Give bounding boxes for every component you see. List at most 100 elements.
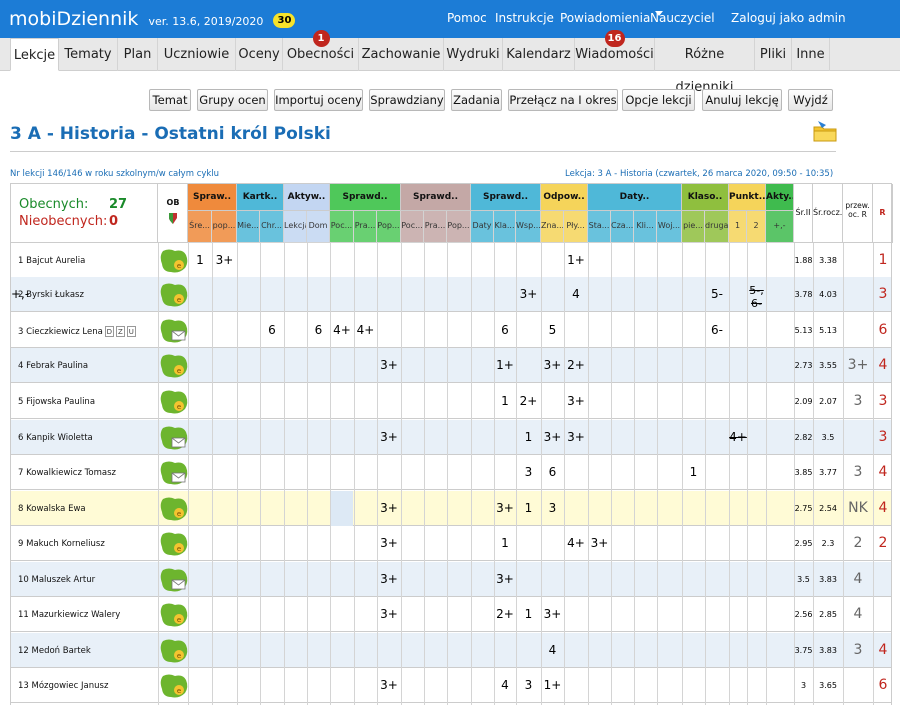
- tab-oceny[interactable]: Oceny: [236, 38, 283, 71]
- final-grade[interactable]: 3: [873, 429, 893, 445]
- final-grade[interactable]: 1: [873, 252, 893, 268]
- student-avatar-icon[interactable]: e: [159, 389, 189, 415]
- stat-header[interactable]: Śr.II: [794, 184, 813, 243]
- grade-cell[interactable]: 3+: [377, 358, 401, 372]
- tab-lekcje[interactable]: Lekcje: [10, 38, 59, 71]
- student-envelope-icon[interactable]: [159, 567, 189, 593]
- grade-cell[interactable]: 5-: [705, 287, 729, 301]
- final-grade[interactable]: 3: [873, 286, 893, 302]
- action-button-3[interactable]: Sprawdziany: [369, 89, 445, 111]
- column-header[interactable]: Kli...: [634, 211, 657, 243]
- student-avatar-icon[interactable]: e: [159, 248, 189, 274]
- status-tag[interactable]: Z: [115, 326, 125, 337]
- action-button-8[interactable]: Wyjdź: [788, 89, 833, 111]
- grade-cell[interactable]: 3+: [516, 287, 541, 301]
- column-header[interactable]: pop...: [212, 211, 237, 243]
- student-avatar-icon[interactable]: e: [159, 673, 189, 699]
- grade-cell[interactable]: 3+: [541, 430, 564, 444]
- grade-cell[interactable]: 1: [516, 430, 541, 444]
- tab-uczniowie[interactable]: Uczniowie: [158, 38, 236, 71]
- action-button-1[interactable]: Grupy ocen: [197, 89, 268, 111]
- column-header[interactable]: Lekcja: [284, 211, 307, 243]
- grade-cell[interactable]: 1+: [494, 358, 516, 372]
- predicted-grade[interactable]: 4: [843, 606, 873, 622]
- grade-cell[interactable]: 3+: [377, 430, 401, 444]
- student-name[interactable]: 12 Medoń Bartek: [18, 646, 91, 656]
- student-avatar-icon[interactable]: e: [159, 531, 189, 557]
- grade-cell[interactable]: 2+: [494, 607, 516, 621]
- grade-cell[interactable]: 3+: [588, 536, 611, 550]
- stat-header[interactable]: Śr.rocz.: [813, 184, 843, 243]
- grade-cell[interactable]: 2+: [564, 358, 588, 372]
- column-header[interactable]: Pra...: [354, 211, 377, 243]
- tab-różne-dzienniki[interactable]: Różne dzienniki: [655, 38, 755, 95]
- predicted-grade[interactable]: 3: [843, 642, 873, 658]
- student-name[interactable]: 10 Maluszek Artur: [18, 575, 95, 585]
- group-header[interactable]: Sprawd..: [401, 184, 471, 211]
- grade-cell[interactable]: 3+: [541, 358, 564, 372]
- student-name[interactable]: 13 Mózgowiec Janusz: [18, 681, 108, 691]
- column-header[interactable]: Pop...: [447, 211, 471, 243]
- grade-cell[interactable]: 6: [494, 323, 516, 337]
- student-name[interactable]: 1 Bajcut Aurelia: [18, 256, 85, 266]
- link-powiadomienia[interactable]: Powiadomienia: [560, 11, 650, 25]
- group-header[interactable]: Kartk..: [237, 184, 284, 211]
- student-avatar-icon[interactable]: e: [159, 496, 189, 522]
- student-envelope-icon[interactable]: [159, 460, 189, 486]
- status-tag[interactable]: D: [104, 326, 114, 337]
- grade-cell[interactable]: 1+: [564, 253, 588, 267]
- student-avatar-icon[interactable]: e: [159, 602, 189, 628]
- link-instrukcje[interactable]: Instrukcje: [495, 11, 554, 25]
- tab-kalendarz[interactable]: Kalendarz: [503, 38, 575, 71]
- grade-cell[interactable]: 1: [516, 607, 541, 621]
- action-button-2[interactable]: Importuj oceny: [274, 89, 363, 111]
- grade-cell[interactable]: 5: [541, 323, 564, 337]
- tab-zachowanie[interactable]: Zachowanie: [359, 38, 444, 71]
- grade-cell[interactable]: 3: [541, 501, 564, 515]
- table-row[interactable]: [11, 491, 891, 526]
- group-header[interactable]: Punkt..: [729, 184, 766, 211]
- table-row[interactable]: [11, 633, 891, 668]
- final-grade[interactable]: 6: [873, 677, 893, 693]
- grade-cell[interactable]: 6: [541, 465, 564, 479]
- brand-logo[interactable]: mobiDziennik ver. 13.6, 2019/2020 30: [9, 8, 296, 30]
- table-row[interactable]: [11, 562, 891, 597]
- student-name[interactable]: 9 Makuch Korneliusz: [18, 539, 105, 549]
- student-name[interactable]: 6 Kanpik Wioletta: [18, 433, 93, 443]
- student-envelope-icon[interactable]: [159, 425, 189, 451]
- column-header[interactable]: pie...: [682, 211, 705, 243]
- stat-header[interactable]: R: [873, 184, 893, 243]
- column-header[interactable]: Mie...: [237, 211, 260, 243]
- predicted-grade[interactable]: 4: [843, 571, 873, 587]
- table-row[interactable]: [11, 526, 891, 561]
- folder-icon[interactable]: [812, 119, 838, 143]
- predicted-grade[interactable]: 3+: [843, 357, 873, 373]
- final-grade[interactable]: 2: [873, 535, 893, 551]
- table-row[interactable]: [11, 668, 891, 703]
- grade-cell[interactable]: 3+: [377, 572, 401, 586]
- link-zaloguj-admin[interactable]: Zaloguj jako admin: [731, 11, 846, 25]
- grade-cell[interactable]: 4+: [354, 323, 377, 337]
- student-name[interactable]: 7 Kowalkiewicz Tomasz: [18, 468, 116, 478]
- grade-cell[interactable]: 3+: [377, 501, 401, 515]
- grade-cell[interactable]: 4+: [330, 323, 354, 337]
- predicted-grade[interactable]: 2: [843, 535, 873, 551]
- predicted-grade[interactable]: 3: [843, 464, 873, 480]
- table-row[interactable]: [11, 597, 891, 632]
- grade-cell[interactable]: 3+: [377, 678, 401, 692]
- column-header[interactable]: Śre...: [188, 211, 212, 243]
- grade-cell[interactable]: 3+: [212, 253, 237, 267]
- column-header[interactable]: Sta...: [588, 211, 611, 243]
- student-avatar-icon[interactable]: e: [159, 353, 189, 379]
- predicted-grade[interactable]: 3: [843, 393, 873, 409]
- tab-obecności[interactable]: Obecności 1: [283, 30, 359, 71]
- grade-cell[interactable]: 3: [516, 465, 541, 479]
- tab-tematy[interactable]: Tematy: [59, 38, 118, 71]
- tab-wydruki[interactable]: Wydruki: [444, 38, 503, 71]
- final-grade[interactable]: 3: [873, 393, 893, 409]
- grade-cell[interactable]: 4: [494, 678, 516, 692]
- grade-cell[interactable]: 3+: [564, 394, 588, 408]
- grade-cell[interactable]: 4: [541, 643, 564, 657]
- grade-cell[interactable]: 4+: [729, 430, 747, 444]
- grade-cell[interactable]: 3+: [541, 607, 564, 621]
